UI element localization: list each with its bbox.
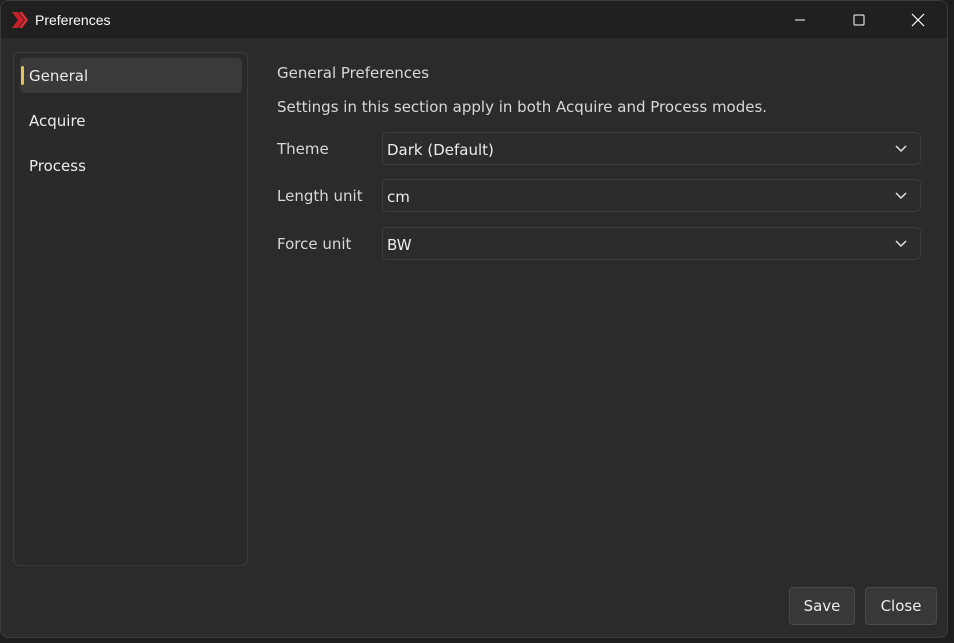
sidebar-nav: General Acquire Process [13,52,248,566]
sidebar-item-acquire[interactable]: Acquire [20,103,242,138]
window-controls [770,1,947,38]
app-logo-icon [10,10,30,30]
length-unit-select[interactable]: cm [382,179,921,212]
section-description: Settings in this section apply in both A… [277,98,768,116]
maximize-button[interactable] [829,1,888,38]
force-unit-row: Force unit BW [277,227,922,261]
force-unit-select[interactable]: BW [382,227,921,260]
sidebar-item-label: Process [29,156,86,175]
sidebar-item-general[interactable]: General [20,58,242,93]
preferences-window: Preferences General Acquire Process Gene… [0,0,948,638]
theme-select[interactable]: Dark (Default) [382,132,921,165]
theme-row: Theme Dark (Default) [277,132,922,166]
sidebar-item-process[interactable]: Process [20,148,242,183]
minimize-icon [794,19,805,20]
theme-label: Theme [277,140,329,158]
chevron-down-icon [895,192,907,200]
minimize-button[interactable] [770,1,829,38]
chevron-down-icon [895,240,907,248]
title-bar[interactable]: Preferences [1,1,947,38]
save-button[interactable]: Save [789,587,855,625]
close-window-button[interactable] [888,1,947,38]
length-unit-value: cm [387,188,410,206]
close-icon [911,13,924,26]
window-title: Preferences [35,11,111,28]
force-unit-label: Force unit [277,235,352,253]
theme-value: Dark (Default) [387,141,494,159]
force-unit-value: BW [387,236,412,254]
chevron-down-icon [895,145,907,153]
close-button[interactable]: Close [865,587,937,625]
maximize-icon [853,14,864,25]
sidebar-item-label: General [29,66,89,85]
sidebar-item-label: Acquire [29,111,86,130]
length-unit-row: Length unit cm [277,179,922,213]
section-title: General Preferences [277,64,430,82]
length-unit-label: Length unit [277,187,363,205]
